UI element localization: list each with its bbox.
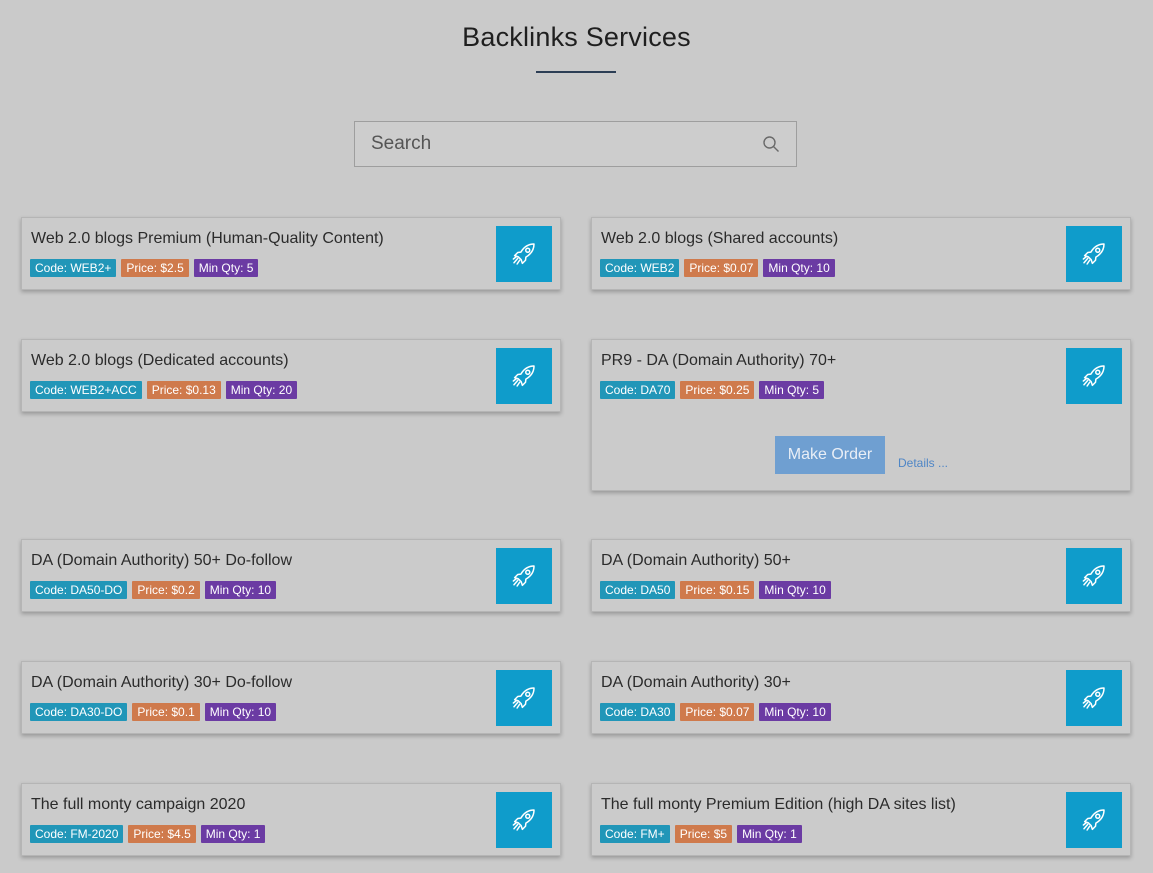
code-badge: Code: DA70 <box>600 381 676 399</box>
code-badge: Code: WEB2+ <box>30 259 117 277</box>
min-qty-badge: Min Qty: 10 <box>763 259 835 277</box>
order-button[interactable] <box>1066 226 1122 282</box>
code-badge: Code: FM-2020 <box>30 825 124 843</box>
service-title: Web 2.0 blogs (Shared accounts) <box>601 230 839 247</box>
search-input[interactable] <box>355 122 745 166</box>
make-order-button[interactable]: Make Order <box>775 436 885 474</box>
rocket-icon <box>1082 243 1105 265</box>
rocket-icon <box>1082 565 1105 587</box>
min-qty-badge: Min Qty: 10 <box>204 581 277 599</box>
min-qty-badge: Min Qty: 1 <box>200 825 266 843</box>
service-card: The full monty Premium Edition (high DA … <box>591 783 1131 856</box>
min-qty-badge: Min Qty: 5 <box>193 259 259 277</box>
search-box <box>354 121 797 167</box>
price-badge: Price: $0.13 <box>146 381 221 399</box>
min-qty-badge: Min Qty: 10 <box>204 703 277 721</box>
service-title: Web 2.0 blogs Premium (Human-Quality Con… <box>31 230 384 247</box>
min-qty-badge: Min Qty: 10 <box>759 703 831 721</box>
order-button[interactable] <box>1066 348 1122 404</box>
code-badge: Code: DA30 <box>600 703 676 721</box>
page-title: Backlinks Services <box>462 22 691 52</box>
service-badges: Code: DA30-DO Price: $0.1 Min Qty: 10 <box>30 703 277 721</box>
service-title: DA (Domain Authority) 50+ Do-follow <box>31 552 292 569</box>
rocket-icon <box>512 565 535 587</box>
order-button[interactable] <box>496 348 552 404</box>
code-badge: Code: WEB2+ACC <box>30 381 142 399</box>
rocket-icon <box>1082 809 1105 831</box>
service-badges: Code: FM+ Price: $5 Min Qty: 1 <box>600 825 802 843</box>
price-badge: Price: $0.1 <box>132 703 200 721</box>
rocket-icon <box>512 243 535 265</box>
title-underline <box>536 71 616 73</box>
order-button[interactable] <box>496 548 552 604</box>
details-link[interactable]: Details ... <box>898 456 948 470</box>
code-badge: Code: FM+ <box>600 825 670 843</box>
price-badge: Price: $5 <box>674 825 733 843</box>
rocket-icon <box>512 809 535 831</box>
service-card: DA (Domain Authority) 30+ Code: DA30 Pri… <box>591 661 1131 734</box>
service-badges: Code: DA50-DO Price: $0.2 Min Qty: 10 <box>30 581 277 599</box>
min-qty-badge: Min Qty: 10 <box>759 581 831 599</box>
service-title: DA (Domain Authority) 30+ <box>601 674 791 691</box>
service-badges: Code: DA50 Price: $0.15 Min Qty: 10 <box>600 581 831 599</box>
service-card: Web 2.0 blogs (Shared accounts) Code: WE… <box>591 217 1131 290</box>
service-title: DA (Domain Authority) 30+ Do-follow <box>31 674 292 691</box>
order-button[interactable] <box>496 670 552 726</box>
code-badge: Code: DA50 <box>600 581 676 599</box>
price-badge: Price: $0.25 <box>680 381 755 399</box>
service-card: DA (Domain Authority) 50+ Code: DA50 Pri… <box>591 539 1131 612</box>
code-badge: Code: DA50-DO <box>30 581 128 599</box>
price-badge: Price: $2.5 <box>121 259 189 277</box>
service-title: Web 2.0 blogs (Dedicated accounts) <box>31 352 289 369</box>
search-icon[interactable] <box>762 135 780 153</box>
order-button[interactable] <box>496 226 552 282</box>
service-title: DA (Domain Authority) 50+ <box>601 552 791 569</box>
rocket-icon <box>1082 687 1105 709</box>
service-card: DA (Domain Authority) 30+ Do-follow Code… <box>21 661 561 734</box>
order-button[interactable] <box>1066 792 1122 848</box>
price-badge: Price: $0.07 <box>684 259 759 277</box>
service-title: The full monty Premium Edition (high DA … <box>601 796 956 813</box>
min-qty-badge: Min Qty: 5 <box>759 381 825 399</box>
price-badge: Price: $0.07 <box>680 703 755 721</box>
rocket-icon <box>1082 365 1105 387</box>
min-qty-badge: Min Qty: 1 <box>737 825 802 843</box>
code-badge: Code: DA30-DO <box>30 703 128 721</box>
price-badge: Price: $4.5 <box>128 825 196 843</box>
service-badges: Code: WEB2+ Price: $2.5 Min Qty: 5 <box>30 259 259 277</box>
rocket-icon <box>512 365 535 387</box>
rocket-icon <box>512 687 535 709</box>
price-badge: Price: $0.2 <box>132 581 200 599</box>
service-badges: Code: WEB2+ACC Price: $0.13 Min Qty: 20 <box>30 381 298 399</box>
service-badges: Code: FM-2020 Price: $4.5 Min Qty: 1 <box>30 825 266 843</box>
service-badges: Code: DA70 Price: $0.25 Min Qty: 5 <box>600 381 825 399</box>
service-badges: Code: DA30 Price: $0.07 Min Qty: 10 <box>600 703 831 721</box>
service-title: PR9 - DA (Domain Authority) 70+ <box>601 352 837 369</box>
service-card: The full monty campaign 2020 Code: FM-20… <box>21 783 561 856</box>
service-card: Web 2.0 blogs Premium (Human-Quality Con… <box>21 217 561 290</box>
price-badge: Price: $0.15 <box>680 581 755 599</box>
service-card: DA (Domain Authority) 50+ Do-follow Code… <box>21 539 561 612</box>
service-card-expanded: PR9 - DA (Domain Authority) 70+ Code: DA… <box>591 339 1131 491</box>
service-title: The full monty campaign 2020 <box>31 796 246 813</box>
order-button[interactable] <box>1066 670 1122 726</box>
min-qty-badge: Min Qty: 20 <box>225 381 298 399</box>
order-button[interactable] <box>496 792 552 848</box>
code-badge: Code: WEB2 <box>600 259 680 277</box>
service-badges: Code: WEB2 Price: $0.07 Min Qty: 10 <box>600 259 835 277</box>
service-card: Web 2.0 blogs (Dedicated accounts) Code:… <box>21 339 561 412</box>
order-button[interactable] <box>1066 548 1122 604</box>
